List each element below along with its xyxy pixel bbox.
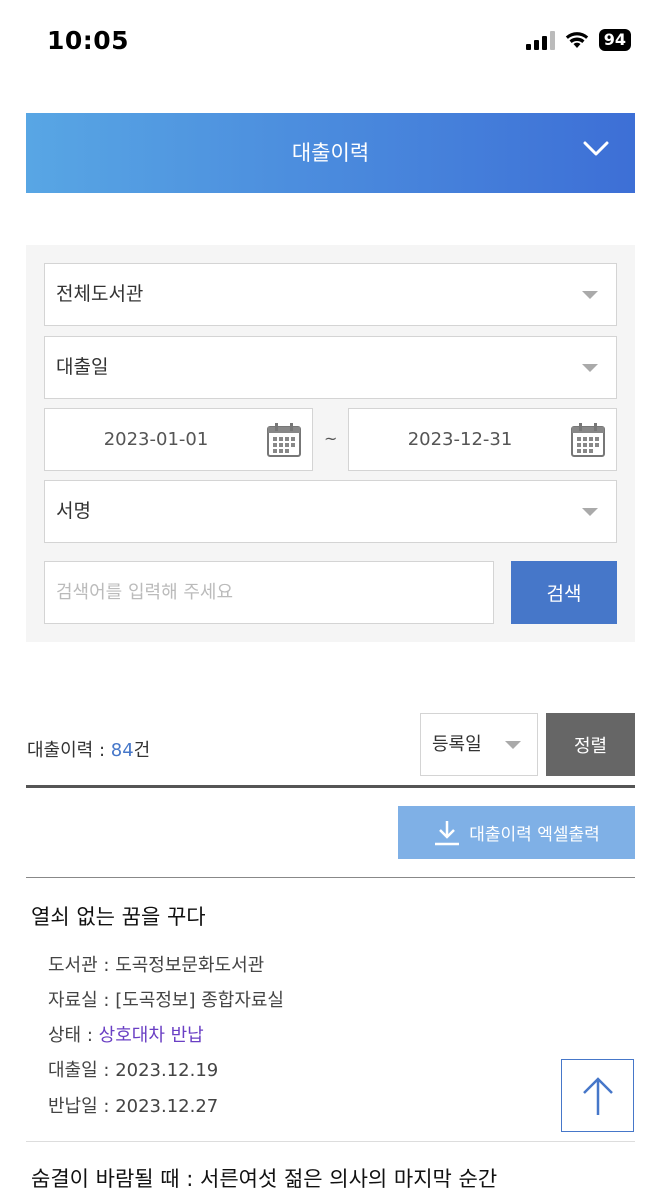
end-date-field[interactable]: 2023-12-31 — [348, 408, 617, 471]
status-value: 상호대차 반납 — [98, 1025, 204, 1046]
room-label: 자료실 : — [48, 990, 116, 1011]
search-button[interactable]: 검색 — [511, 561, 617, 624]
start-date-field[interactable]: 2023-01-01 — [44, 408, 313, 471]
return-date-value: 2023.12.27 — [115, 1096, 219, 1117]
sort-button[interactable]: 정렬 — [546, 713, 635, 776]
return-date-label: 반납일 : — [48, 1096, 116, 1117]
library-label: 도서관 : — [48, 955, 116, 976]
chevron-down-icon[interactable] — [583, 141, 609, 157]
arrow-up-icon — [582, 1076, 613, 1115]
section-header[interactable]: 대출이력 — [26, 113, 635, 193]
caret-down-icon — [582, 508, 598, 516]
wifi-icon — [565, 31, 589, 49]
caret-down-icon — [505, 741, 521, 749]
divider — [26, 877, 635, 878]
start-date-value: 2023-01-01 — [103, 429, 209, 450]
library-select[interactable]: 전체도서관 — [44, 263, 617, 326]
date-type-select-value: 대출일 — [56, 356, 109, 378]
book-title[interactable]: 숨결이 바람될 때 : 서른여섯 젊은 의사의 마지막 순간 — [31, 1163, 497, 1193]
battery-indicator: 94 — [598, 29, 631, 51]
status-label: 상태 : — [48, 1025, 99, 1046]
divider — [26, 785, 635, 788]
loan-date-label: 대출일 : — [48, 1060, 116, 1081]
search-field-select-value: 서명 — [56, 500, 91, 522]
status-icons: 94 — [525, 29, 631, 51]
page-title: 대출이력 — [291, 141, 370, 165]
result-count: 대출이력 : 84건 — [27, 736, 150, 762]
calendar-icon[interactable] — [266, 422, 302, 458]
book-room: 자료실 : [도곡정보] 종합자료실 — [48, 986, 284, 1012]
excel-export-label: 대출이력 엑셀출력 — [469, 825, 600, 845]
caret-down-icon — [582, 364, 598, 372]
caret-down-icon — [582, 291, 598, 299]
calendar-icon[interactable] — [570, 422, 606, 458]
excel-export-button[interactable]: 대출이력 엑셀출력 — [398, 806, 635, 859]
library-value: 도곡정보문화도서관 — [115, 955, 265, 976]
scroll-to-top-button[interactable] — [561, 1059, 634, 1132]
loan-date-value: 2023.12.19 — [115, 1060, 219, 1081]
end-date-value: 2023-12-31 — [407, 429, 513, 450]
date-type-select[interactable]: 대출일 — [44, 336, 617, 399]
sort-select[interactable]: 등록일 — [420, 713, 538, 776]
result-count-number: 84 — [110, 740, 134, 761]
book-title[interactable]: 열쇠 없는 꿈을 꾸다 — [31, 901, 206, 931]
book-library: 도서관 : 도곡정보문화도서관 — [48, 951, 264, 977]
room-value: [도곡정보] 종합자료실 — [115, 990, 284, 1011]
search-input[interactable] — [44, 561, 494, 624]
book-return-date: 반납일 : 2023.12.27 — [48, 1092, 218, 1118]
download-icon — [435, 820, 460, 845]
result-count-label: 대출이력 : — [27, 740, 111, 761]
library-select-value: 전체도서관 — [56, 283, 144, 305]
sort-select-value: 등록일 — [432, 734, 482, 755]
book-status: 상태 : 상호대차 반납 — [48, 1021, 204, 1047]
divider — [26, 1141, 635, 1142]
status-time: 10:05 — [47, 26, 130, 55]
cellular-signal-icon — [525, 30, 555, 50]
result-count-unit: 건 — [133, 740, 151, 761]
date-separator: ~ — [324, 429, 338, 448]
status-bar: 10:05 94 — [0, 0, 661, 80]
search-field-select[interactable]: 서명 — [44, 480, 617, 543]
book-loan-date: 대출일 : 2023.12.19 — [48, 1056, 218, 1082]
search-panel: 전체도서관 대출일 2023-01-01 ~ 2023-12-31 서명 검색어… — [26, 245, 635, 642]
